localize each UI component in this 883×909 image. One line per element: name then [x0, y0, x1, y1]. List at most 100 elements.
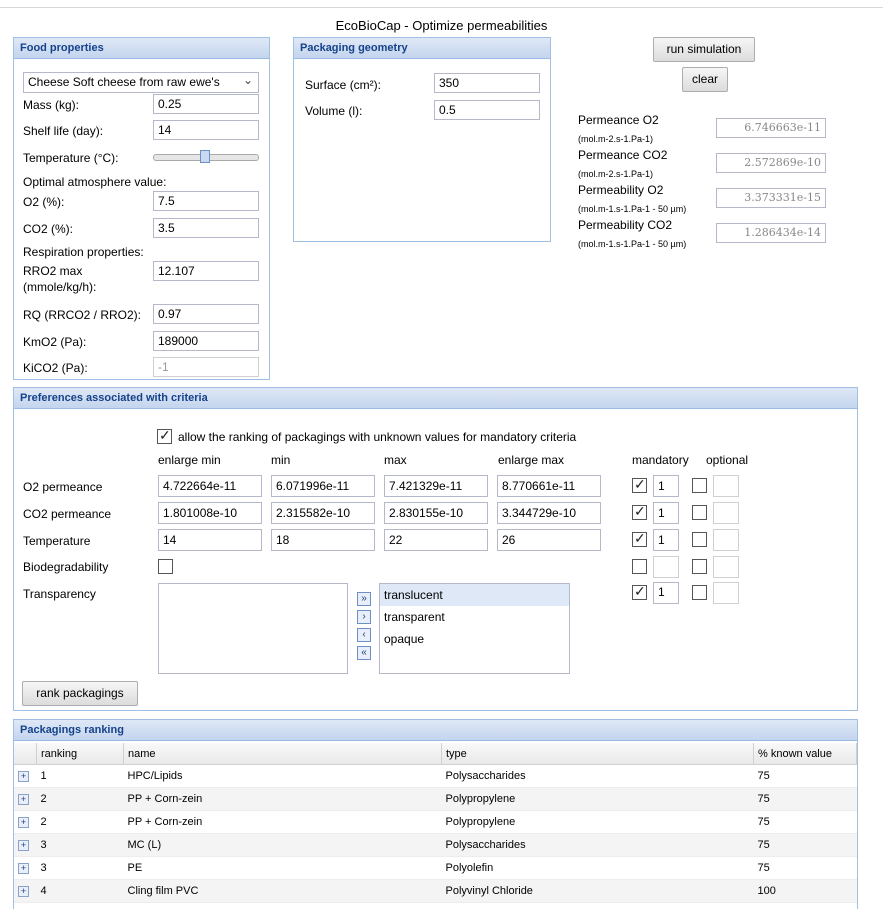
- criterion-min-input[interactable]: 6.071996e-11: [271, 475, 375, 497]
- criterion-mandatory-weight[interactable]: 1: [653, 475, 679, 497]
- biodegradability-checkbox[interactable]: [158, 559, 173, 574]
- result-label: Permeability CO2: [578, 218, 673, 232]
- o2-label: O2 (%):: [23, 195, 65, 209]
- ranking-table: ranking name type % known value +1 HPC/Li…: [14, 743, 857, 903]
- expand-row-icon[interactable]: +: [18, 817, 29, 828]
- criterion-optional-weight[interactable]: [713, 475, 739, 497]
- allow-unknown-label: allow the ranking of packagings with unk…: [178, 430, 577, 444]
- kmo2-input[interactable]: 189000: [153, 331, 259, 351]
- criterion-mandatory-weight[interactable]: 1: [653, 529, 679, 551]
- cell-name: PE: [123, 856, 442, 880]
- criterion-min-input[interactable]: 18: [271, 529, 375, 551]
- result-label: Permeance CO2: [578, 148, 668, 162]
- transparency-option[interactable]: opaque: [380, 628, 569, 650]
- criterion-optional-checkbox[interactable]: [692, 505, 707, 520]
- ranking-header-row: ranking name type % known value: [14, 743, 857, 765]
- transparency-mandatory-checkbox[interactable]: [632, 583, 647, 600]
- column-known-value[interactable]: % known value: [753, 743, 857, 765]
- criterion-optional-weight[interactable]: [713, 529, 739, 551]
- o2-input[interactable]: 7.5: [153, 191, 259, 211]
- expand-row-icon[interactable]: +: [18, 863, 29, 874]
- criterion-optional-checkbox[interactable]: [692, 478, 707, 493]
- column-ranking[interactable]: ranking: [36, 743, 124, 765]
- ranking-body: +1 HPC/Lipids Polysaccharides 75 +2 PP + Corn…: [14, 764, 857, 903]
- transparency-optional-weight[interactable]: [713, 582, 739, 604]
- volume-input[interactable]: 0.5: [434, 100, 540, 120]
- column-type[interactable]: type: [441, 743, 754, 765]
- surface-input[interactable]: 350: [434, 73, 540, 93]
- kico2-input[interactable]: -1: [153, 357, 259, 377]
- shelf-life-input[interactable]: 14: [153, 120, 259, 140]
- biodegradability-optional-checkbox[interactable]: [692, 559, 707, 574]
- rro2-label-line2: (mmole/kg/h):: [23, 280, 97, 294]
- header-optional: optional: [706, 453, 749, 467]
- expand-row-icon[interactable]: +: [18, 840, 29, 851]
- cell-name: HPC/Lipids: [123, 764, 442, 788]
- rank-packagings-button[interactable]: rank packagings: [22, 681, 138, 706]
- chevron-down-icon: ⌄: [243, 73, 254, 87]
- rro2-input[interactable]: 12.107: [153, 261, 259, 281]
- criterion-enlarge-min-input[interactable]: 4.722664e-11: [158, 475, 262, 497]
- criterion-enlarge-max-input[interactable]: 26: [497, 529, 601, 551]
- table-row[interactable]: +2 PP + Corn-zein Polypropylene 75: [14, 787, 857, 811]
- criterion-min-input[interactable]: 2.315582e-10: [271, 502, 375, 524]
- criterion-max-input[interactable]: 22: [384, 529, 488, 551]
- move-all-left-icon[interactable]: «: [357, 646, 371, 660]
- expand-row-icon[interactable]: +: [18, 794, 29, 805]
- transparency-available-list[interactable]: [158, 583, 348, 674]
- biodegradability-mandatory-checkbox[interactable]: [632, 559, 647, 574]
- table-row[interactable]: +4 Cling film PVC Polyvinyl Chloride 100: [14, 879, 857, 903]
- criterion-mandatory-weight[interactable]: 1: [653, 502, 679, 524]
- result-unit: (mol.m-1.s-1.Pa-1 - 50 µm): [578, 204, 687, 214]
- transparency-optional-checkbox[interactable]: [692, 585, 707, 600]
- expander-cell: +: [14, 856, 37, 880]
- temperature-slider-thumb[interactable]: [200, 150, 210, 163]
- food-select[interactable]: Cheese Soft cheese from raw ewe's: [23, 72, 259, 93]
- cell-name: PP + Corn-zein: [123, 787, 442, 811]
- expander-column-header: [14, 743, 37, 765]
- cell-ranking: 3: [36, 856, 124, 880]
- expand-row-icon[interactable]: +: [18, 771, 29, 782]
- criterion-enlarge-min-input[interactable]: 14: [158, 529, 262, 551]
- biodegradability-optional-weight[interactable]: [713, 556, 739, 578]
- criterion-enlarge-max-input[interactable]: 3.344729e-10: [497, 502, 601, 524]
- move-all-right-icon[interactable]: »: [357, 592, 371, 606]
- criterion-max-input[interactable]: 2.830155e-10: [384, 502, 488, 524]
- co2-input[interactable]: 3.5: [153, 218, 259, 238]
- criterion-max-input[interactable]: 7.421329e-11: [384, 475, 488, 497]
- header-mandatory: mandatory: [632, 453, 689, 467]
- criterion-mandatory-checkbox[interactable]: [632, 476, 647, 493]
- run-simulation-button[interactable]: run simulation: [653, 37, 755, 62]
- table-row[interactable]: +2 PP + Corn-zein Polypropylene 75: [14, 810, 857, 834]
- expander-cell: +: [14, 764, 37, 788]
- expand-row-icon[interactable]: +: [18, 886, 29, 897]
- criterion-mandatory-checkbox[interactable]: [632, 530, 647, 547]
- transparency-option[interactable]: translucent: [380, 584, 569, 606]
- packaging-geometry-header: Packaging geometry: [294, 38, 550, 59]
- criterion-enlarge-max-input[interactable]: 8.770661e-11: [497, 475, 601, 497]
- biodegradability-mandatory-weight[interactable]: [653, 556, 679, 578]
- optimal-atmosphere-label: Optimal atmosphere value:: [23, 175, 167, 189]
- respiration-label: Respiration properties:: [23, 245, 144, 259]
- cell-ranking: 4: [36, 879, 124, 903]
- table-row[interactable]: +3 PE Polyolefin 75: [14, 856, 857, 880]
- transparency-option[interactable]: transparent: [380, 606, 569, 628]
- move-left-icon[interactable]: ‹: [357, 628, 371, 642]
- move-right-icon[interactable]: ›: [357, 610, 371, 624]
- criterion-optional-checkbox[interactable]: [692, 532, 707, 547]
- transparency-mandatory-weight[interactable]: 1: [653, 582, 679, 604]
- criterion-mandatory-checkbox[interactable]: [632, 503, 647, 520]
- criterion-enlarge-min-input[interactable]: 1.801008e-10: [158, 502, 262, 524]
- table-row[interactable]: +1 HPC/Lipids Polysaccharides 75: [14, 764, 857, 788]
- cell-type: Polypropylene: [441, 810, 754, 834]
- transparency-label: Transparency: [23, 587, 96, 601]
- table-row[interactable]: +3 MC (L) Polysaccharides 75: [14, 833, 857, 857]
- transparency-selected-list[interactable]: translucent transparent opaque: [379, 583, 570, 674]
- criterion-optional-weight[interactable]: [713, 502, 739, 524]
- column-name[interactable]: name: [123, 743, 442, 765]
- clear-button[interactable]: clear: [682, 67, 728, 92]
- rq-input[interactable]: 0.97: [153, 304, 259, 324]
- mass-input[interactable]: 0.25: [153, 94, 259, 114]
- allow-unknown-checkbox[interactable]: [157, 427, 172, 444]
- cell-ranking: 2: [36, 810, 124, 834]
